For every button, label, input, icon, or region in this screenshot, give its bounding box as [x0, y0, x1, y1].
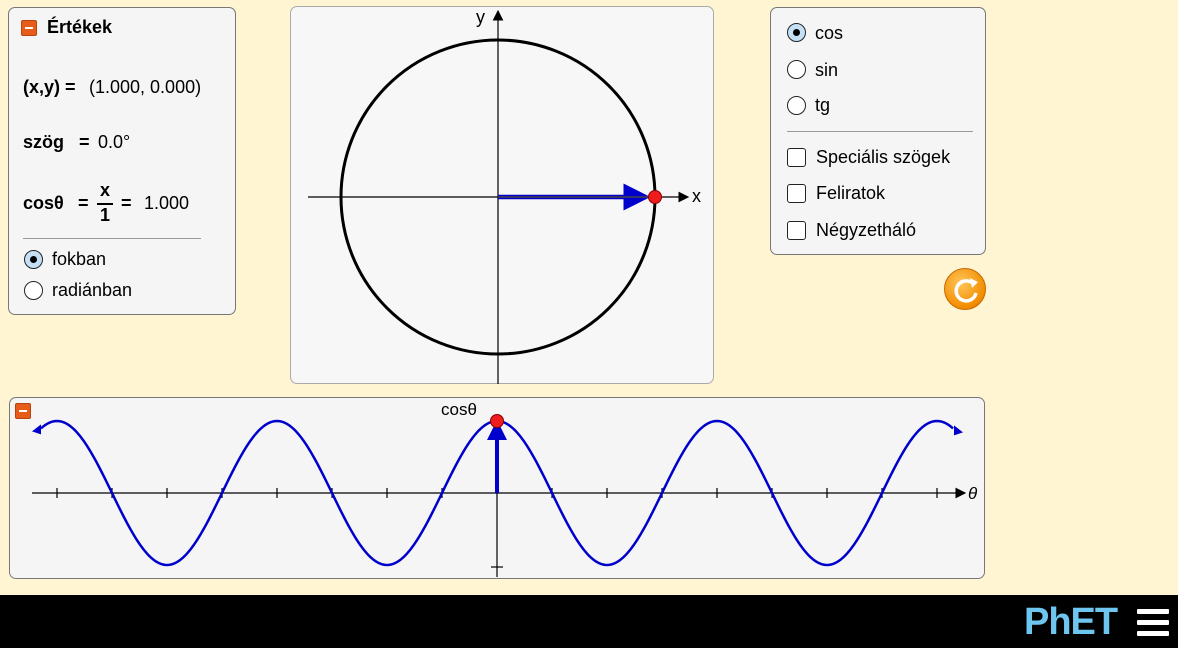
values-collapse-button[interactable] [21, 20, 37, 36]
function-panel: cos sin tg Speciális szögek Feliratok Né… [770, 7, 986, 255]
sin-radio-label[interactable]: sin [815, 60, 838, 81]
cos-label: cosθ [23, 193, 64, 213]
angle-label: szög [23, 132, 65, 152]
angle-equals: = [79, 132, 90, 152]
cos-value: 1.000 [144, 193, 190, 213]
radians-radio[interactable] [24, 281, 43, 300]
xy-label: (x,y) = [23, 77, 76, 97]
unit-circle-panel: x y [290, 6, 714, 384]
curve-left-arrow [32, 424, 41, 435]
cos-equals-2: = [121, 193, 132, 213]
menu-icon[interactable] [1137, 609, 1169, 637]
phet-logo[interactable]: PhET [1024, 602, 1118, 642]
values-divider [23, 238, 201, 239]
reset-icon [954, 278, 978, 303]
degrees-radio[interactable] [24, 250, 43, 269]
reset-all-button[interactable] [944, 268, 986, 310]
y-axis-label: y [476, 7, 485, 27]
sin-radio[interactable] [787, 60, 806, 79]
cos-radio[interactable] [787, 23, 806, 42]
values-panel-title: Értékek [47, 17, 113, 37]
graph-value-point[interactable] [490, 414, 504, 428]
fraction-denominator: 1 [100, 205, 111, 225]
function-divider [787, 131, 973, 132]
xy-value: (1.000, 0.000) [89, 77, 202, 97]
navigation-bar [0, 595, 1178, 648]
curve-right-arrow [954, 425, 963, 436]
special-angles-label[interactable]: Speciális szögek [816, 147, 950, 168]
special-angles-checkbox[interactable] [787, 148, 806, 167]
angle-point-handle[interactable] [648, 190, 662, 204]
graph-svg [32, 414, 967, 577]
cos-radio-label[interactable]: cos [815, 23, 843, 44]
degrees-label[interactable]: fokban [52, 249, 106, 270]
unit-circle-svg [308, 9, 690, 384]
labels-checkbox[interactable] [787, 184, 806, 203]
fraction-numerator: x [100, 180, 111, 200]
labels-label[interactable]: Feliratok [816, 183, 885, 204]
values-panel: Értékek (x,y) = (1.000, 0.000) szög = 0.… [8, 7, 236, 315]
tan-radio-label[interactable]: tg [815, 95, 830, 116]
tan-radio[interactable] [787, 96, 806, 115]
cos-equals: = [78, 193, 89, 213]
angle-value: 0.0° [98, 132, 131, 152]
grid-checkbox[interactable] [787, 221, 806, 240]
graph-panel: cosθ θ [9, 397, 985, 579]
grid-label[interactable]: Négyzetháló [816, 220, 916, 241]
x-axis-label: x [692, 186, 701, 206]
radians-label[interactable]: radiánban [52, 280, 132, 301]
